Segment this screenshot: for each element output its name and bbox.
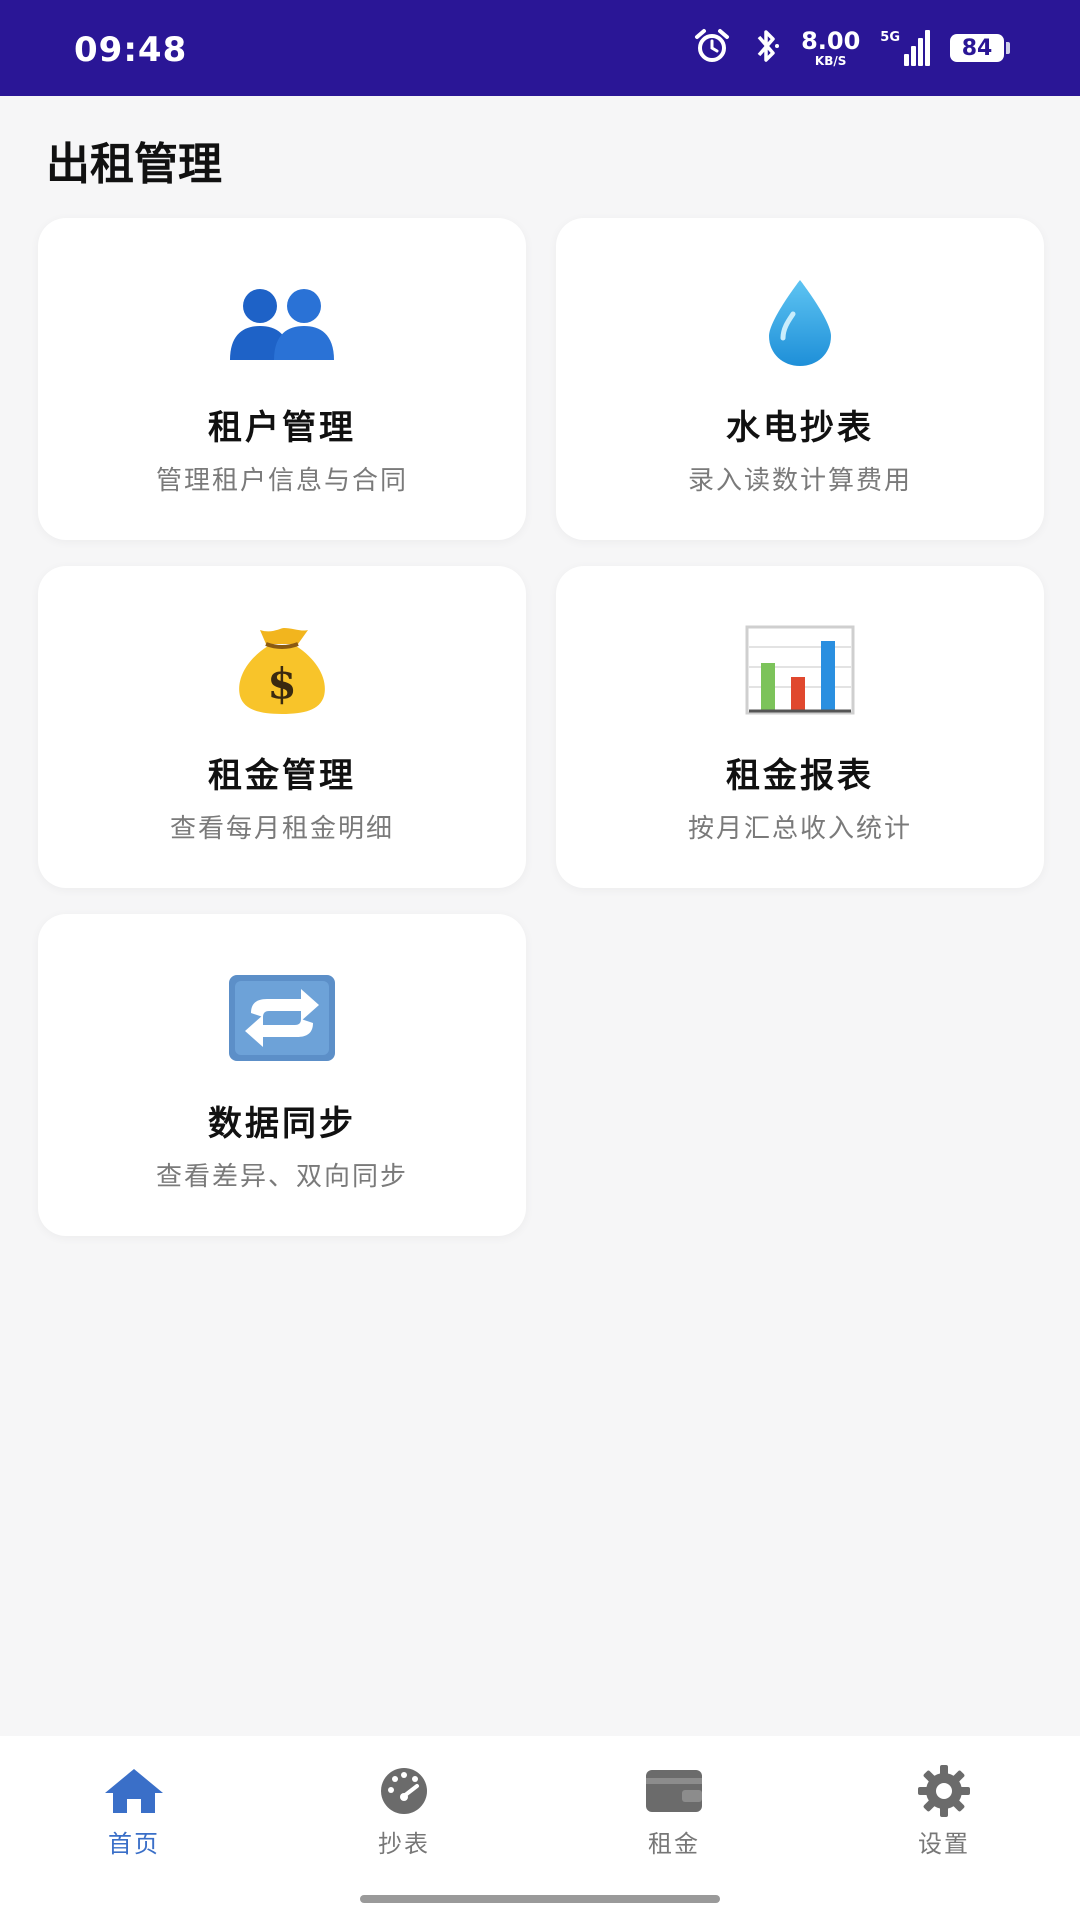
card-rent-report[interactable]: 租金报表 按月汇总收入统计 (556, 566, 1044, 888)
nav-item-rent[interactable]: 租金 (614, 1764, 734, 1859)
nav-label: 首页 (108, 1830, 160, 1858)
nav-item-meter[interactable]: 抄表 (344, 1764, 464, 1859)
card-tenant-management[interactable]: 租户管理 管理租户信息与合同 (38, 218, 526, 540)
bottom-nav: 首页 抄表 租金 设置 (0, 1736, 1080, 1920)
card-title: 租户管理 (208, 408, 356, 448)
card-subtitle: 查看每月租金明细 (169, 814, 394, 844)
nav-label: 租金 (648, 1830, 700, 1858)
alarm-icon (693, 27, 731, 69)
home-indicator[interactable] (360, 1895, 720, 1903)
card-title: 租金报表 (726, 756, 874, 796)
card-meter-reading[interactable]: 水电抄表 录入读数计算费用 (556, 218, 1044, 540)
nav-item-settings[interactable]: 设置 (884, 1764, 1004, 1859)
nav-item-home[interactable]: 首页 (74, 1764, 194, 1859)
card-title: 租金管理 (208, 756, 356, 796)
card-data-sync[interactable]: 数据同步 查看差异、双向同步 (38, 914, 526, 1236)
water-drop-icon (740, 272, 860, 372)
card-title: 数据同步 (208, 1104, 356, 1144)
card-title: 水电抄表 (726, 408, 874, 448)
gear-icon (912, 1764, 976, 1818)
money-bag-icon: $ (222, 620, 342, 720)
card-subtitle: 录入读数计算费用 (687, 466, 912, 496)
network-speed: 8.00 KB/S (801, 29, 860, 67)
card-subtitle: 管理租户信息与合同 (155, 466, 408, 496)
signal-icon: 5G (880, 30, 930, 66)
card-rent-management[interactable]: $ 租金管理 查看每月租金明细 (38, 566, 526, 888)
network-speed-unit: KB/S (814, 54, 847, 68)
wallet-icon (642, 1764, 706, 1818)
meter-icon (372, 1764, 436, 1818)
card-subtitle: 查看差异、双向同步 (155, 1162, 408, 1192)
bluetooth-icon (751, 27, 781, 69)
nav-label: 抄表 (378, 1830, 430, 1858)
page-title: 出租管理 (46, 139, 222, 190)
sync-icon (222, 968, 342, 1068)
people-icon (222, 272, 342, 372)
network-speed-value: 8.00 (801, 27, 861, 55)
card-subtitle: 按月汇总收入统计 (687, 814, 912, 844)
feature-grid: 租户管理 管理租户信息与合同 水电抄表 录入读数计算费用 $ 租金管理 查看每月… (38, 218, 1044, 1236)
bar-chart-icon (740, 620, 860, 720)
status-bar: 09:48 8.00 KB/S 5G 84 (0, 0, 1080, 96)
svg-text:$: $ (267, 659, 296, 708)
signal-label: 5G (880, 30, 900, 45)
status-time: 09:48 (74, 30, 188, 70)
battery-icon: 84 (950, 34, 1010, 62)
home-icon (102, 1764, 166, 1818)
status-icons: 8.00 KB/S 5G 84 (693, 26, 1010, 70)
nav-label: 设置 (918, 1830, 970, 1858)
battery-level: 84 (950, 34, 1004, 62)
